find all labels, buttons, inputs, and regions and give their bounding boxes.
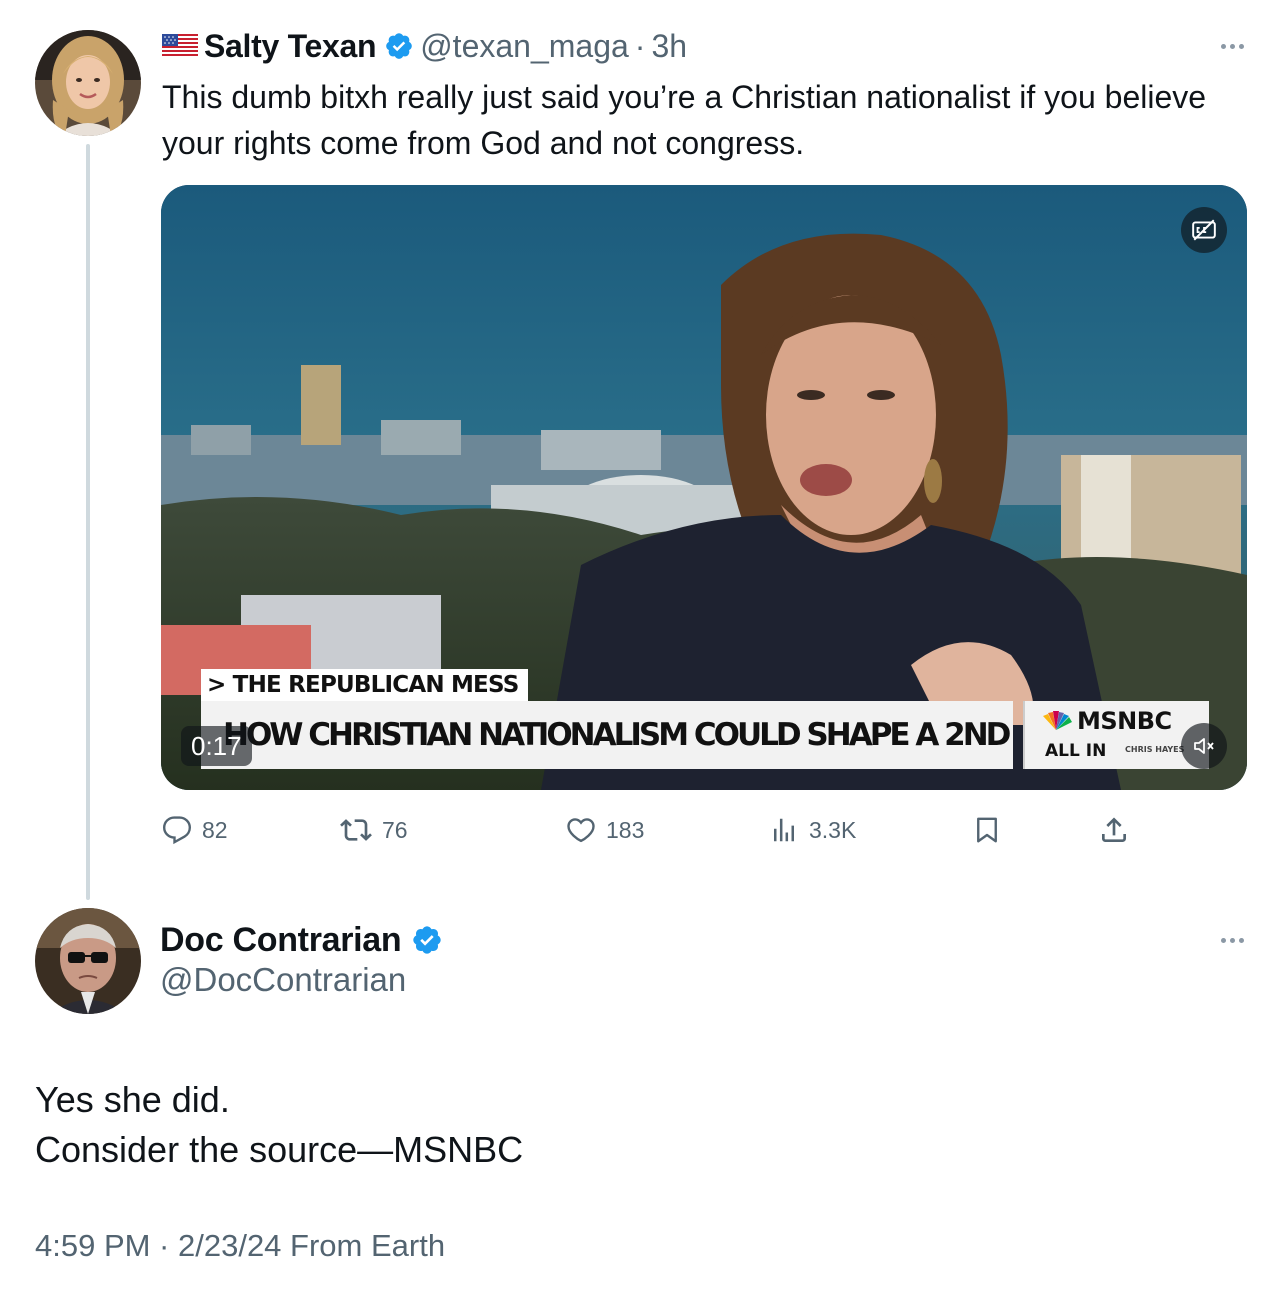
chyron-headline: HOW CHRISTIAN NATIONALISM COULD SHAPE A … — [201, 701, 1013, 769]
tweet-video[interactable]: > THE REPUBLICAN MESS HOW CHRISTIAN NATI… — [161, 185, 1247, 790]
peacock-icon — [1043, 711, 1072, 730]
views-button[interactable]: 3.3K — [769, 810, 856, 850]
view-count: 3.3K — [809, 816, 857, 843]
reply-tweet-text: Yes she did. Consider the source—MSNBC — [35, 1075, 523, 1175]
reply-button[interactable]: 82 — [162, 810, 228, 850]
network-bug: MSNBC ALL IN CHRIS HAYES — [1023, 701, 1209, 769]
repost-count: 76 — [382, 816, 408, 843]
reply-text-line: Consider the source—MSNBC — [35, 1129, 524, 1170]
repost-icon — [340, 819, 372, 841]
views-chart-icon — [774, 818, 794, 842]
show-name: ALL IN — [1045, 741, 1107, 761]
reply-author-display-name[interactable]: Doc Contrarian — [160, 921, 402, 960]
more-options-icon[interactable] — [1221, 938, 1244, 943]
verified-badge-icon — [411, 924, 443, 956]
reply-count: 82 — [202, 816, 228, 843]
muted-speaker-icon[interactable] — [1181, 723, 1227, 769]
verified-badge-icon — [384, 31, 414, 61]
chyron-section-label: > THE REPUBLICAN MESS — [201, 669, 529, 701]
repost-button[interactable]: 76 — [340, 810, 408, 850]
tweet-header: Salty Texan @texan_maga · 3h — [162, 24, 687, 68]
reply-timestamp-source[interactable]: 4:59 PM · 2/23/24 From Earth — [35, 1228, 445, 1264]
reply-icon — [162, 816, 192, 845]
like-button[interactable]: 183 — [566, 810, 644, 850]
bookmark-icon — [977, 817, 997, 843]
closed-captions-icon[interactable] — [1181, 207, 1227, 253]
avatar-image — [35, 908, 141, 1014]
more-options-icon[interactable] — [1221, 44, 1244, 49]
heart-icon — [567, 818, 595, 843]
avatar-doc-contrarian[interactable] — [35, 908, 141, 1014]
reply-text-line: Yes she did. — [35, 1079, 230, 1120]
author-display-name[interactable]: Salty Texan — [204, 28, 376, 65]
us-flag-icon — [162, 34, 198, 58]
like-count: 183 — [606, 816, 645, 843]
video-duration: 0:17 — [181, 726, 252, 766]
thread-connector-line — [86, 144, 90, 900]
author-handle[interactable]: @texan_maga — [420, 28, 629, 65]
tweet-text: This dumb bitxh really just said you’re … — [162, 79, 1207, 161]
host-name: CHRIS HAYES — [1125, 745, 1185, 754]
network-name: MSNBC — [1077, 707, 1172, 735]
share-button[interactable] — [1098, 810, 1140, 850]
reply-author-handle[interactable]: @DocContrarian — [160, 961, 406, 999]
separator-dot: · — [634, 27, 646, 64]
share-icon — [1102, 817, 1126, 842]
tweet-actions-bar: 82 76 183 3.3K — [162, 810, 1162, 850]
tweet-time-ago[interactable]: 3h — [651, 28, 687, 65]
avatar-salty-texan[interactable] — [35, 30, 141, 136]
avatar-image — [35, 30, 141, 136]
msnbc-logo: MSNBC — [1039, 707, 1172, 735]
reply-author-name-row: Doc Contrarian — [160, 917, 449, 963]
bookmark-button[interactable] — [972, 810, 1012, 850]
